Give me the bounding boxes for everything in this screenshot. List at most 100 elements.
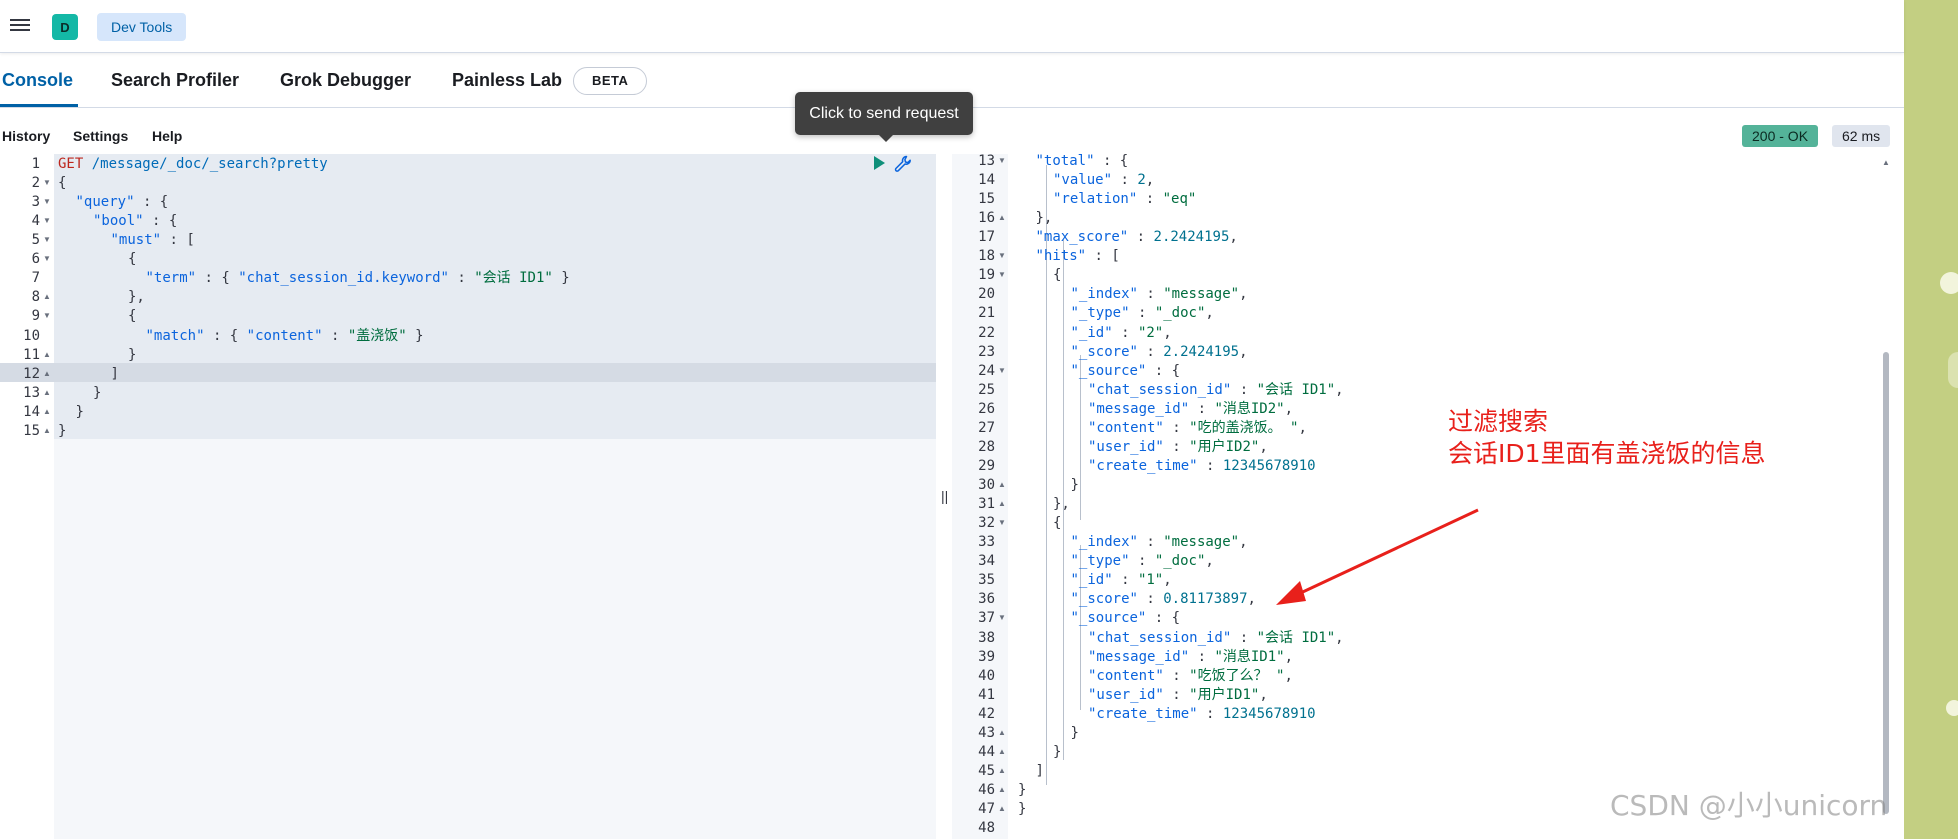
response-line-number: 13 (978, 153, 995, 169)
response-line-number: 31 (978, 496, 995, 513)
help-button[interactable]: Help (152, 128, 182, 144)
response-line-number: 16 (978, 210, 995, 227)
response-line-number: 14 (978, 172, 995, 189)
fold-toggle-icon[interactable]: ▼ (43, 216, 51, 225)
fold-toggle-icon[interactable]: ▼ (998, 156, 1006, 165)
response-code-line: } (1053, 743, 1062, 760)
response-line-number: 22 (978, 324, 995, 341)
request-code-line: "query" : { (75, 194, 169, 211)
response-code-line: "content" : "吃的盖浇饭。 ", (1088, 419, 1307, 436)
request-line-number: 4 (31, 213, 40, 230)
fold-toggle-icon[interactable]: ▼ (43, 311, 51, 320)
response-line-number: 27 (978, 419, 995, 436)
response-line-number: 38 (978, 629, 995, 646)
fold-toggle-icon[interactable]: ▼ (43, 178, 51, 187)
request-code-line: { (128, 308, 137, 325)
response-time-badge: 62 ms (1832, 125, 1891, 147)
scrollbar-thumb[interactable] (1883, 352, 1889, 814)
fold-end-icon: ▲ (43, 406, 51, 416)
play-icon[interactable] (874, 156, 885, 170)
decorative-side-strip (1904, 0, 1958, 839)
fold-toggle-icon[interactable]: ▼ (43, 235, 51, 244)
request-line-number: 5 (31, 232, 40, 249)
response-code-line: "max_score" : 2.2424195, (1035, 229, 1238, 246)
fold-toggle-icon[interactable]: ▼ (998, 613, 1006, 622)
response-code-line: "_index" : "message", (1070, 286, 1248, 303)
response-code-line: "relation" : "eq" (1053, 191, 1197, 208)
response-code-line: ] (1035, 762, 1044, 779)
annotation-title: 过滤搜索 (1448, 407, 1549, 436)
fold-toggle-icon[interactable]: ▼ (998, 251, 1006, 260)
fold-toggle-icon[interactable]: ▼ (43, 254, 51, 263)
response-line-number: 33 (978, 534, 995, 551)
history-button[interactable]: History (2, 128, 50, 144)
response-code-line: "_score" : 2.2424195, (1070, 343, 1248, 360)
request-line-number: 8 (31, 289, 40, 306)
response-code-line: } (1070, 477, 1079, 494)
watermark: CSDN @小小unicorn (1610, 789, 1888, 822)
annotation-arrow (1276, 508, 1479, 605)
fold-toggle-icon[interactable]: ▼ (998, 518, 1006, 527)
fold-toggle-icon[interactable]: ▼ (998, 270, 1006, 279)
response-code-line: "_source" : { (1070, 362, 1181, 379)
request-code-line: } (93, 384, 102, 401)
response-line-number: 28 (978, 438, 995, 455)
response-code-line: }, (1053, 496, 1070, 513)
request-line-number: 13 (23, 384, 40, 401)
settings-button[interactable]: Settings (73, 128, 128, 144)
menu-icon[interactable] (10, 16, 30, 34)
response-code-line: "message_id" : "消息ID2", (1088, 400, 1294, 417)
fold-toggle-icon[interactable]: ▼ (998, 366, 1006, 375)
wrench-icon[interactable] (893, 154, 913, 174)
fold-toggle-icon[interactable]: ▼ (43, 197, 51, 206)
request-editor[interactable] (54, 154, 936, 839)
request-line-number: 12 (23, 365, 40, 382)
response-code-line: "_type" : "_doc", (1070, 553, 1214, 570)
response-line-number: 17 (978, 229, 995, 246)
response-code-line: "_type" : "_doc", (1070, 305, 1214, 322)
response-line-number: 32 (978, 515, 995, 532)
request-code-line: { (128, 251, 137, 268)
response-code-line: "_id" : "1", (1070, 572, 1172, 589)
response-line-number: 46 (978, 781, 995, 798)
response-code-line: "_source" : { (1070, 610, 1181, 627)
response-code-line: "message_id" : "消息ID1", (1088, 648, 1294, 665)
response-line-number: 45 (978, 762, 995, 779)
request-code-line: ] (110, 365, 119, 382)
fold-end-icon: ▲ (43, 425, 51, 435)
request-line-number: 10 (23, 327, 40, 344)
fold-end-icon: ▲ (998, 765, 1006, 775)
response-scrollbar[interactable]: ▲ (1880, 154, 1892, 839)
response-code-line: "user_id" : "用户ID2", (1088, 438, 1268, 455)
request-line-number: 7 (31, 270, 40, 287)
breadcrumb-dev-tools[interactable]: Dev Tools (97, 13, 187, 41)
console-toolbar: History Settings Help (0, 120, 1904, 152)
fold-end-icon: ▲ (998, 784, 1006, 794)
response-code-line: "user_id" : "用户ID1", (1088, 686, 1268, 703)
tab-search-profiler[interactable]: Search Profiler (111, 70, 239, 91)
annotation-description: 会话ID1里面有盖浇饭的信息 (1448, 439, 1766, 468)
fold-end-icon: ▲ (998, 727, 1006, 737)
request-code-line: } (58, 422, 67, 439)
response-code-line: } (1018, 781, 1027, 798)
fold-end-icon: ▲ (43, 387, 51, 397)
pane-resizer[interactable]: || (936, 154, 952, 839)
tab-grok-debugger[interactable]: Grok Debugger (280, 70, 411, 91)
fold-end-icon: ▲ (998, 480, 1006, 490)
response-viewer[interactable] (1008, 154, 1884, 839)
response-line-number: 40 (978, 667, 995, 684)
response-line-number: 21 (978, 305, 995, 322)
request-code-line: } (75, 403, 84, 420)
response-line-number: 35 (978, 572, 995, 589)
response-code-line: "chat_session_id" : "会话 ID1", (1088, 381, 1344, 398)
beta-badge: BETA (573, 67, 648, 95)
tab-console[interactable]: Console (2, 70, 73, 91)
response-code-line: }, (1035, 210, 1053, 227)
tab-painless-lab[interactable]: Painless Lab (452, 70, 562, 91)
space-avatar[interactable]: D (52, 14, 78, 40)
request-line-number: 11 (23, 346, 40, 363)
response-line-number: 30 (978, 477, 995, 494)
response-line-number: 42 (978, 705, 995, 722)
response-line-number: 36 (978, 591, 995, 608)
response-code-line: "create_time" : 12345678910 (1088, 457, 1316, 474)
